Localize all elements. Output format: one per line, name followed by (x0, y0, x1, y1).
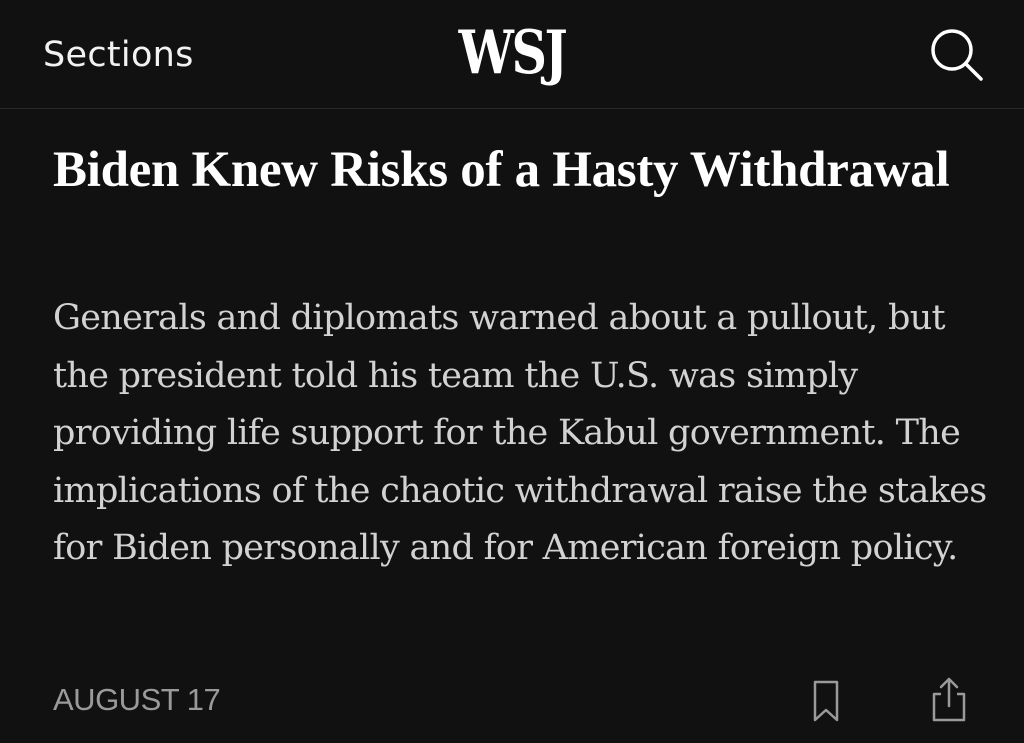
wsj-logo[interactable]: WSJ (92, 13, 932, 93)
search-button[interactable] (924, 24, 988, 84)
bookmark-icon (806, 676, 846, 726)
article-headline[interactable]: Biden Knew Risks of a Hasty Withdrawal (53, 138, 953, 202)
share-icon (924, 674, 974, 726)
top-navigation-bar: Sections WSJ (0, 0, 1024, 109)
article-summary: Generals and diplomats warned about a pu… (53, 298, 987, 569)
share-button[interactable] (924, 674, 974, 726)
search-icon (924, 24, 988, 84)
bookmark-button[interactable] (806, 676, 846, 726)
article-date: AUGUST 17 (53, 682, 221, 717)
